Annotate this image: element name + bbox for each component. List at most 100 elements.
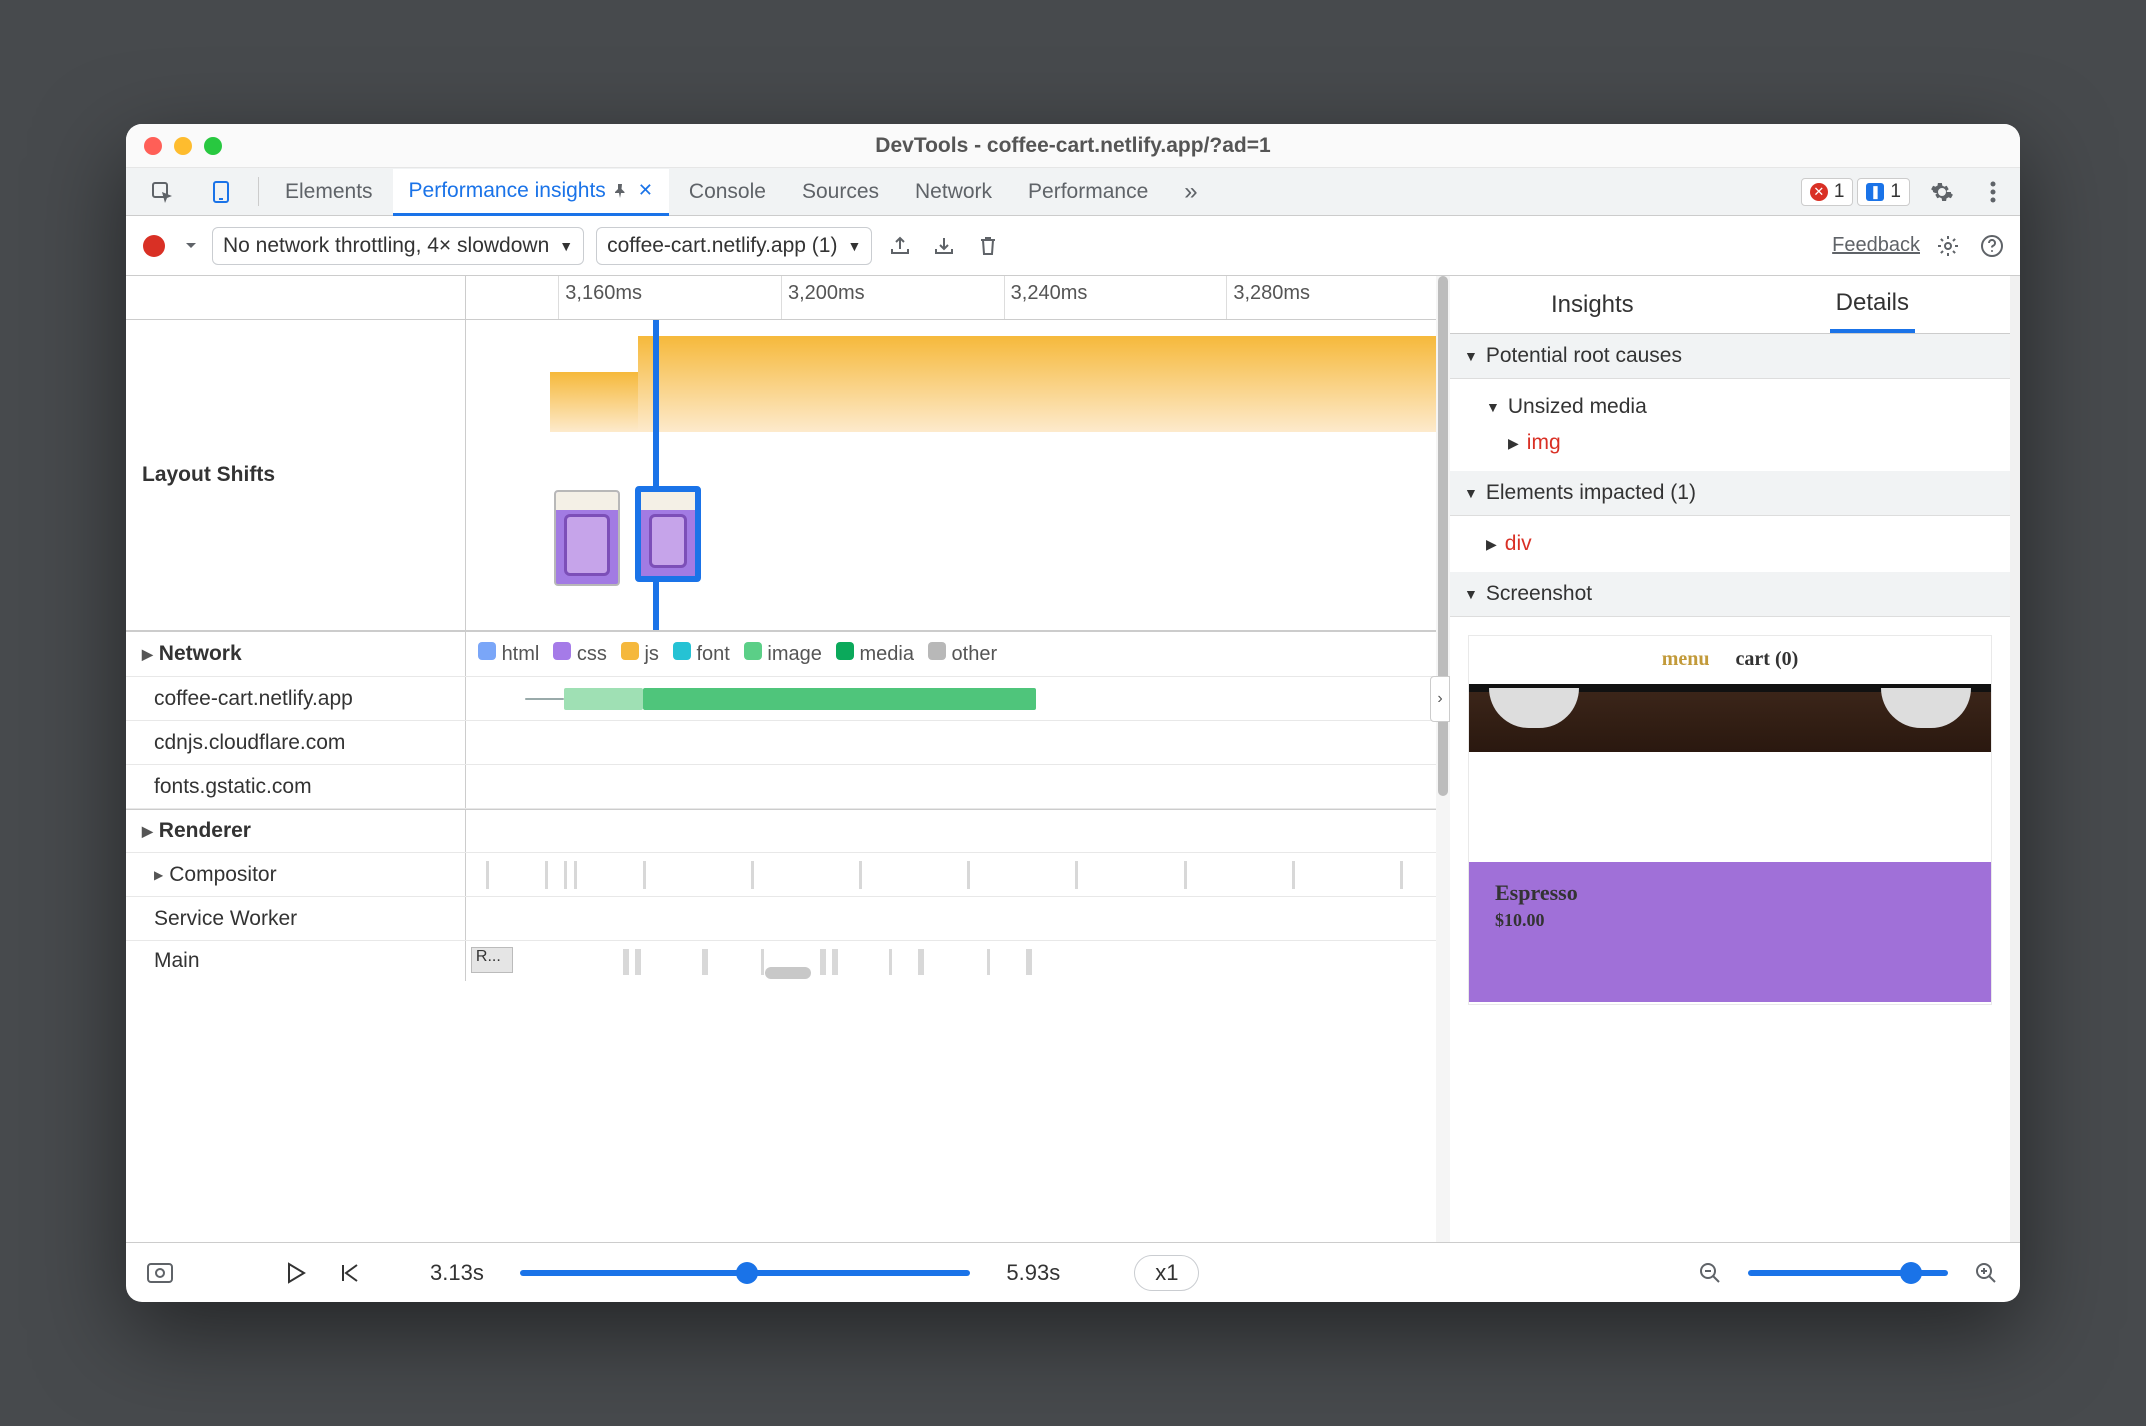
service-worker-track[interactable]: [466, 897, 1449, 940]
import-button[interactable]: [928, 230, 960, 262]
thread-label[interactable]: Main: [126, 941, 466, 981]
issue-icon: ❚: [1866, 183, 1884, 201]
tab-performance-insights[interactable]: Performance insights ✕: [393, 169, 669, 216]
network-track[interactable]: [466, 677, 1449, 720]
zoom-out-button[interactable]: [1694, 1257, 1726, 1289]
chevron-right-icon: ▶: [1486, 536, 1497, 553]
playhead[interactable]: [653, 320, 659, 630]
network-host-label[interactable]: fonts.gstatic.com: [126, 765, 466, 808]
close-tab-button[interactable]: ✕: [638, 180, 653, 201]
tab-details[interactable]: Details: [1830, 277, 1915, 333]
chevron-down-icon: ▼: [1464, 348, 1478, 364]
network-host-row: cdnjs.cloudflare.com: [126, 721, 1449, 765]
time-slider[interactable]: [520, 1270, 971, 1276]
play-button[interactable]: [280, 1257, 312, 1289]
tick: 3,200ms: [781, 276, 1004, 319]
feedback-link[interactable]: Feedback: [1832, 234, 1920, 257]
tick: 3,160ms: [558, 276, 781, 319]
network-label[interactable]: ▶Network: [126, 632, 466, 676]
unsized-media-child[interactable]: ▶ img: [1486, 425, 1996, 461]
layout-shift-thumb-2-selected[interactable]: [635, 486, 701, 582]
kebab-menu-button[interactable]: [1974, 168, 2012, 215]
impacted-element[interactable]: ▶ div: [1486, 526, 1996, 562]
preview-hero-image: [1469, 692, 1991, 752]
preview-toggle-button[interactable]: [144, 1257, 176, 1289]
chevron-down-icon: ▼: [559, 238, 573, 254]
chevron-right-icon: ▶: [1508, 435, 1519, 452]
record-menu-button[interactable]: [182, 230, 200, 262]
tab-network[interactable]: Network: [899, 168, 1008, 215]
vertical-scrollbar[interactable]: [1436, 276, 1450, 1242]
legend-js-swatch: [621, 642, 639, 660]
tab-console[interactable]: Console: [673, 168, 782, 215]
legend-html-swatch: [478, 642, 496, 660]
unsized-media-item[interactable]: ▼ Unsized media: [1486, 389, 1996, 425]
tab-performance[interactable]: Performance: [1012, 168, 1164, 215]
inspect-element-button[interactable]: [134, 168, 190, 215]
network-host-label[interactable]: coffee-cart.netlify.app: [126, 677, 466, 720]
screenshot-header[interactable]: ▼ Screenshot: [1450, 572, 2010, 617]
titlebar: DevTools - coffee-cart.netlify.app/?ad=1: [126, 124, 2020, 168]
recording-value: coffee-cart.netlify.app (1): [607, 234, 837, 258]
root-causes-header[interactable]: ▼ Potential root causes: [1450, 334, 2010, 379]
renderer-label[interactable]: ▶Renderer: [126, 810, 466, 852]
insights-settings-button[interactable]: [1932, 230, 1964, 262]
cls-region-2[interactable]: [638, 336, 1449, 432]
minimize-window-button[interactable]: [174, 137, 192, 155]
more-tabs-button[interactable]: »: [1168, 168, 1213, 215]
thread-label[interactable]: Service Worker: [126, 897, 466, 940]
horizontal-scrollbar[interactable]: [765, 967, 811, 979]
layout-shift-thumb-1[interactable]: [554, 490, 620, 586]
help-button[interactable]: [1976, 230, 2008, 262]
layout-shifts-track[interactable]: [466, 320, 1449, 630]
recording-select[interactable]: coffee-cart.netlify.app (1) ▼: [596, 227, 872, 265]
errors-count: 1: [1834, 181, 1845, 203]
preview-product-price: $10.00: [1495, 910, 1965, 931]
net-request-whisker[interactable]: [525, 698, 564, 700]
preview-cart-link: cart (0): [1736, 648, 1799, 671]
throttling-select[interactable]: No network throttling, 4× slowdown ▼: [212, 227, 584, 265]
network-host-label[interactable]: cdnjs.cloudflare.com: [126, 721, 466, 764]
zoom-window-button[interactable]: [204, 137, 222, 155]
settings-button[interactable]: [1914, 168, 1970, 215]
close-window-button[interactable]: [144, 137, 162, 155]
main-track[interactable]: R...: [466, 941, 1449, 981]
legend-other-swatch: [928, 642, 946, 660]
compositor-track[interactable]: [466, 853, 1449, 896]
tab-insights[interactable]: Insights: [1545, 279, 1640, 331]
zoom-in-button[interactable]: [1970, 1257, 2002, 1289]
net-request-image-light[interactable]: [564, 688, 643, 710]
right-tabs: Insights Details: [1450, 276, 2010, 334]
panel-expand-handle[interactable]: ›: [1430, 676, 1450, 722]
network-track[interactable]: [466, 721, 1449, 764]
elements-impacted-body: ▶ div: [1450, 516, 2010, 572]
chevron-down-icon: ▼: [1464, 485, 1478, 501]
tab-label: Performance insights: [409, 179, 606, 203]
delete-button[interactable]: [972, 230, 1004, 262]
playback-speed[interactable]: x1: [1134, 1255, 1199, 1291]
zoom-slider[interactable]: [1748, 1270, 1948, 1276]
legend-css-swatch: [553, 642, 571, 660]
device-toggle-button[interactable]: [194, 168, 248, 215]
chevron-down-icon: ▼: [1464, 586, 1478, 602]
playback-footer: 3.13s 5.93s x1: [126, 1242, 2020, 1302]
renderer-header-row: ▶Renderer: [126, 809, 1449, 853]
tab-elements[interactable]: Elements: [269, 168, 389, 215]
errors-badge[interactable]: ✕ 1: [1801, 178, 1854, 206]
time-ruler[interactable]: 3,160ms 3,200ms 3,240ms 3,280ms: [126, 276, 1449, 320]
export-button[interactable]: [884, 230, 916, 262]
seek-start-button[interactable]: [334, 1257, 366, 1289]
throttling-value: No network throttling, 4× slowdown: [223, 234, 549, 258]
window-title: DevTools - coffee-cart.netlify.app/?ad=1: [126, 134, 2020, 158]
time-end: 5.93s: [1006, 1260, 1060, 1286]
issues-badge[interactable]: ❚ 1: [1857, 178, 1910, 206]
tab-sources[interactable]: Sources: [786, 168, 895, 215]
legend-media-swatch: [836, 642, 854, 660]
insights-toolbar: No network throttling, 4× slowdown ▼ cof…: [126, 216, 2020, 276]
record-button[interactable]: [138, 230, 170, 262]
cls-region-1[interactable]: [550, 372, 638, 432]
network-track[interactable]: [466, 765, 1449, 808]
thread-label[interactable]: ▶Compositor: [126, 853, 466, 896]
elements-impacted-header[interactable]: ▼ Elements impacted (1): [1450, 471, 2010, 516]
net-request-image[interactable]: [643, 688, 1036, 710]
